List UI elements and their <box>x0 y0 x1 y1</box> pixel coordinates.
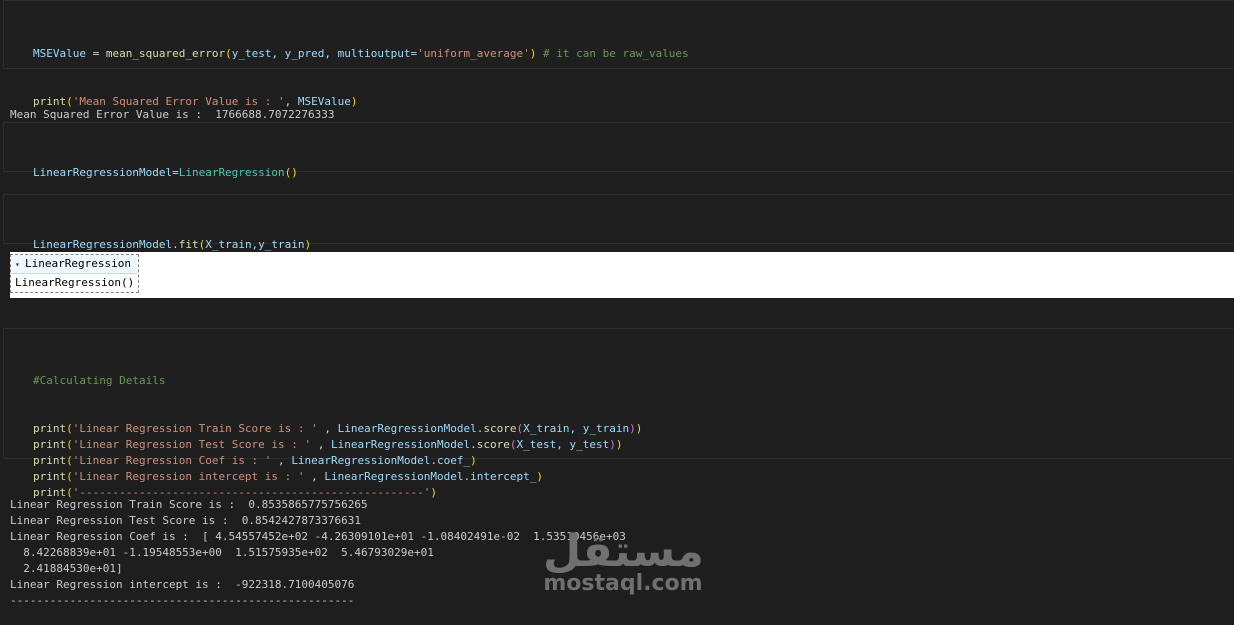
code-token: ) <box>635 422 643 435</box>
code-token: ( <box>225 47 232 60</box>
code-token: ( <box>509 438 517 451</box>
code-token: ( <box>66 438 73 451</box>
code-token: .score <box>476 422 517 435</box>
code-token: 'Linear Regression Test Score is : ' <box>72 438 312 451</box>
code-line: print('Linear Regression Train Score is … <box>33 421 642 437</box>
output-line: Linear Regression Coef is : [ 4.54557452… <box>10 530 626 543</box>
output-line: 2.41884530e+01] <box>10 562 123 575</box>
code-token: ( <box>66 422 73 435</box>
output-line: Linear Regression intercept is : -922318… <box>10 578 355 591</box>
code-token: .fit <box>172 238 199 251</box>
mostaql-watermark: مستقل mostaql.com <box>543 526 704 608</box>
output-line: Linear Regression Test Score is : 0.8542… <box>10 514 361 527</box>
code-cell-fit[interactable]: LinearRegressionModel.fit(X_train,y_trai… <box>3 194 1234 251</box>
code-token: , <box>317 422 338 435</box>
code-line: LinearRegressionModel.fit(X_train,y_trai… <box>33 237 311 253</box>
code-line: MSEValue = mean_squared_error(y_test, y_… <box>33 46 689 62</box>
output-line: ----------------------------------------… <box>10 594 355 607</box>
code-cell-create-model[interactable]: LinearRegressionModel=LinearRegression() <box>3 122 1234 179</box>
code-token: mean_squared_error <box>105 47 226 60</box>
code-line: LinearRegressionModel=LinearRegression() <box>33 165 298 181</box>
code-token: LinearRegressionModel <box>33 166 173 179</box>
code-token: LinearRegressionModel <box>337 422 477 435</box>
code-token: = <box>172 166 179 179</box>
code-token: LinearRegressionModel <box>33 238 173 251</box>
code-token: 'Linear Regression Train Score is : ' <box>72 422 318 435</box>
code-token: LinearRegressionModel <box>331 438 471 451</box>
code-token: LinearRegression <box>178 166 285 179</box>
code-token: MSEValue <box>33 47 86 60</box>
code-token: 'uniform_average' <box>417 47 530 60</box>
code-cell-mse[interactable]: MSEValue = mean_squared_error(y_test, y_… <box>3 0 1234 108</box>
estimator-repr: LinearRegression() <box>15 276 135 289</box>
code-token: X_train, y_train <box>523 422 630 435</box>
watermark-latin: mostaql.com <box>543 571 703 596</box>
code-token: print <box>33 438 67 451</box>
code-token: X_train,y_train <box>205 238 305 251</box>
code-token: y_test, y_pred, multioutput= <box>231 47 418 60</box>
code-token: ) <box>304 238 312 251</box>
output-line: Linear Regression Train Score is : 0.853… <box>10 498 368 511</box>
watermark-arabic: مستقل <box>543 526 704 577</box>
estimator-output: ▾ LinearRegression LinearRegression() <box>10 252 1234 298</box>
code-token: ) <box>629 422 636 435</box>
code-token: print <box>33 422 67 435</box>
code-cell-details[interactable]: #Calculating Details print('Linear Regre… <box>3 328 1234 499</box>
estimator-name: LinearRegression <box>25 257 131 270</box>
code-comment: # it can be raw_values <box>536 47 689 60</box>
code-line: print('Linear Regression Test Score is :… <box>33 437 642 453</box>
code-token: .score <box>470 438 510 451</box>
output-line: Mean Squared Error Value is : 1766688.70… <box>10 108 335 121</box>
code-comment: #Calculating Details <box>33 374 166 387</box>
code-token: ) <box>609 438 616 451</box>
code-token: ) <box>350 95 358 108</box>
code-token: () <box>284 166 298 179</box>
output-line: 8.42268839e+01 -1.19548553e+00 1.5157593… <box>10 546 434 559</box>
code-token: X_test, y_test <box>516 438 610 451</box>
code-token: ) <box>615 438 623 451</box>
code-token: = <box>85 47 106 60</box>
code-token: , <box>311 438 332 451</box>
estimator-box[interactable]: ▾ LinearRegression LinearRegression() <box>10 254 140 293</box>
caret-down-icon: ▾ <box>15 260 20 269</box>
cell-output-details: Linear Regression Train Score is : 0.853… <box>10 465 626 625</box>
estimator-toggle[interactable]: ▾ LinearRegression <box>11 255 139 274</box>
